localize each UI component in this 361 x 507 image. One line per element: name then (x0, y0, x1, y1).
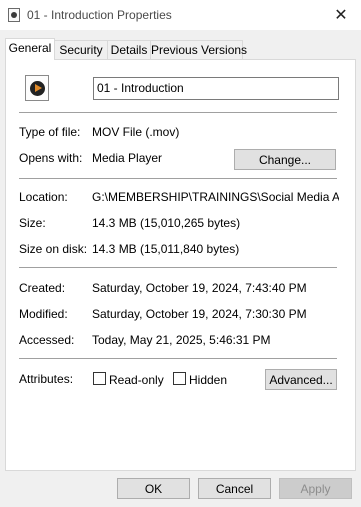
close-icon: ✕ (334, 7, 348, 24)
window-title: 01 - Introduction Properties (27, 8, 172, 22)
tab-general[interactable]: General (5, 38, 55, 60)
size-on-disk-value: 14.3 MB (15,011,840 bytes) (92, 242, 240, 256)
ok-button[interactable]: OK (117, 478, 190, 499)
accessed-label: Accessed: (19, 333, 75, 347)
title-bar: 01 - Introduction Properties ✕ (0, 0, 361, 30)
close-button[interactable]: ✕ (321, 0, 361, 30)
advanced-button[interactable]: Advanced... (265, 369, 337, 390)
cancel-button[interactable]: Cancel (198, 478, 271, 499)
opens-with-value: Media Player (92, 151, 163, 165)
readonly-label: Read-only (109, 373, 164, 387)
separator (19, 358, 337, 359)
change-button[interactable]: Change... (234, 149, 336, 170)
hidden-checkbox[interactable] (173, 372, 186, 385)
tab-security-label: Security (59, 43, 103, 57)
size-value: 14.3 MB (15,010,265 bytes) (92, 216, 241, 230)
location-value: G:\MEMBERSHIP\TRAININGS\Social Media Aut… (92, 190, 339, 204)
type-of-file-value: MOV File (.mov) (92, 125, 180, 139)
apply-button[interactable]: Apply (279, 478, 352, 499)
size-label: Size: (19, 216, 46, 230)
readonly-checkbox[interactable] (93, 372, 106, 385)
file-icon (8, 8, 20, 22)
opens-with-label: Opens with: (19, 151, 83, 165)
hidden-label: Hidden (189, 373, 228, 387)
tab-general-label: General (8, 41, 52, 55)
created-value: Saturday, October 19, 2024, 7:43:40 PM (92, 281, 307, 295)
tab-security[interactable]: Security (54, 40, 108, 59)
created-label: Created: (19, 281, 66, 295)
separator (19, 178, 337, 179)
file-name-input[interactable]: 01 - Introduction (93, 77, 339, 100)
location-label: Location: (19, 190, 68, 204)
video-file-icon (25, 75, 49, 101)
modified-value: Saturday, October 19, 2024, 7:30:30 PM (92, 307, 307, 321)
type-of-file-label: Type of file: (19, 125, 81, 139)
modified-label: Modified: (19, 307, 68, 321)
tab-details-label: Details (110, 43, 148, 57)
general-panel: 01 - Introduction Type of file: MOV File… (5, 59, 356, 471)
separator (19, 267, 337, 268)
play-icon (30, 81, 45, 96)
size-on-disk-label: Size on disk: (19, 242, 88, 256)
attributes-label: Attributes: (19, 372, 74, 386)
tab-previous-versions-label: Previous Versions (151, 43, 248, 57)
tab-previous-versions[interactable]: Previous Versions (150, 40, 247, 59)
tab-details[interactable]: Details (107, 40, 151, 59)
accessed-value: Today, May 21, 2025, 5:46:31 PM (92, 333, 271, 347)
separator (19, 112, 337, 113)
